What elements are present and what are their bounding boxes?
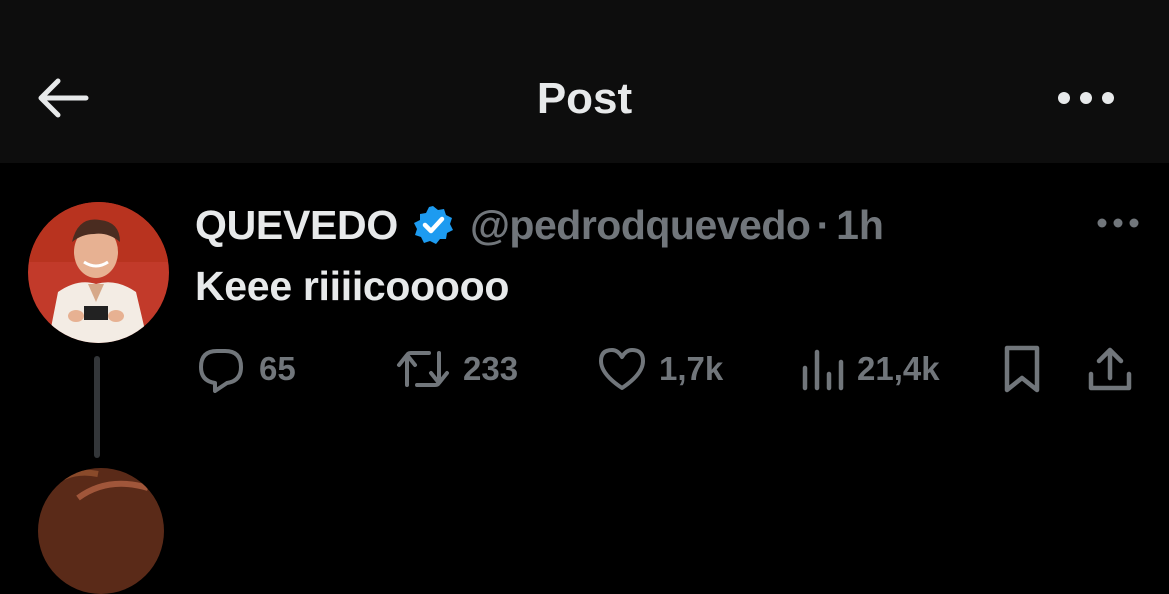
views-button[interactable]: 21,4k — [799, 342, 940, 396]
separator-dot: · — [816, 201, 831, 248]
like-button[interactable]: 1,7k — [597, 342, 723, 396]
more-options-button[interactable] — [1056, 86, 1116, 110]
repost-count: 233 — [463, 350, 519, 387]
bar-chart-icon — [802, 349, 844, 391]
next-post-avatar[interactable] — [38, 468, 164, 594]
more-horizontal-icon — [1097, 218, 1139, 228]
post-actions-bar: 65 233 1,7k 21,4k — [195, 342, 1145, 396]
bookmark-icon — [1004, 345, 1040, 393]
reply-icon — [199, 349, 243, 393]
share-button[interactable] — [1085, 342, 1135, 396]
page-title: Post — [536, 74, 633, 123]
share-icon — [1088, 347, 1132, 391]
post-more-button[interactable] — [1096, 214, 1140, 232]
repost-button[interactable]: 233 — [395, 342, 518, 396]
reply-button[interactable]: 65 — [195, 342, 296, 396]
post-author-row: QUEVEDO @pedrodquevedo · 1h — [195, 197, 884, 253]
post-text: Keee riiiicooooo — [195, 263, 510, 309]
view-count: 21,4k — [857, 350, 940, 387]
more-horizontal-icon — [1058, 92, 1114, 104]
like-count: 1,7k — [659, 350, 724, 387]
heart-icon — [599, 348, 645, 390]
post-timestamp[interactable]: 1h — [836, 202, 884, 249]
verified-badge-icon — [413, 206, 453, 244]
thread-connector-line — [94, 356, 100, 458]
repost-icon — [397, 351, 449, 387]
next-avatar-photo — [38, 468, 164, 594]
user-handle[interactable]: @pedrodquevedo — [470, 202, 811, 249]
avatar[interactable] — [28, 202, 169, 343]
display-name[interactable]: QUEVEDO — [195, 202, 398, 249]
avatar-photo — [28, 202, 169, 343]
reply-count: 65 — [259, 350, 296, 387]
bookmark-button[interactable] — [1001, 342, 1043, 396]
top-bar: Post — [0, 0, 1169, 163]
